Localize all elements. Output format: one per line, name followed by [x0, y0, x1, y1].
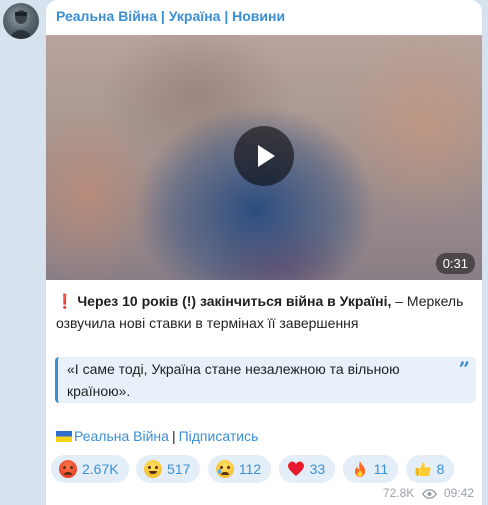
reaction-fire[interactable]: 11	[342, 455, 399, 483]
footer-links: Реальна Війна | Підписатись	[56, 428, 258, 444]
grinning-face-icon	[144, 460, 163, 478]
play-button[interactable]	[234, 126, 294, 186]
eye-icon	[421, 489, 437, 499]
fire-icon	[354, 461, 365, 477]
soldier-avatar-icon	[11, 10, 31, 39]
channel-name[interactable]: Реальна Війна | Україна | Новини	[56, 8, 285, 24]
exclamation-icon: ❗	[56, 293, 74, 309]
channel-avatar[interactable]	[3, 3, 39, 39]
subscribe-link[interactable]: Підписатись	[179, 428, 259, 444]
reaction-count: 2.67K	[82, 461, 119, 477]
post-text: ❗ Через 10 років (!) закінчиться війна в…	[56, 290, 476, 334]
reaction-thumbs-up[interactable]: 8	[405, 455, 455, 483]
crying-face-icon	[215, 460, 234, 478]
message-time: 09:42	[443, 486, 474, 500]
quote-block: «І саме тоді, Україна стане незалежною т…	[55, 357, 476, 403]
reaction-cry[interactable]: 112	[207, 455, 272, 483]
reactions-bar: 2.67K 517 112 33 11 8	[51, 455, 457, 483]
reaction-heart[interactable]: 33	[278, 455, 336, 483]
view-count: 72.8K	[382, 486, 415, 500]
angry-face-icon	[59, 460, 77, 478]
reaction-count: 517	[167, 461, 191, 477]
reaction-count: 33	[309, 461, 326, 477]
quote-text: «І саме тоді, Україна стане незалежною т…	[67, 361, 400, 399]
play-icon	[258, 145, 275, 167]
reaction-angry[interactable]: 2.67K	[51, 455, 129, 483]
quote-icon: ”	[458, 357, 470, 381]
thumbs-up-icon	[415, 462, 431, 476]
reaction-count: 11	[373, 461, 389, 477]
video-duration: 0:31	[435, 253, 475, 274]
ukraine-flag-icon	[56, 431, 72, 442]
reaction-count: 8	[436, 461, 445, 477]
channel-link[interactable]: Реальна Війна	[74, 428, 169, 444]
red-heart-icon	[287, 461, 304, 476]
video-thumbnail[interactable]: 0:31	[46, 35, 482, 280]
reaction-count: 112	[238, 461, 262, 477]
post-bold-text: Через 10 років (!) закінчиться війна в У…	[77, 293, 392, 309]
message-bubble: Реальна Війна | Україна | Новини 0:31 ❗ …	[46, 0, 482, 505]
reaction-grin[interactable]: 517	[136, 455, 201, 483]
link-separator: |	[171, 428, 176, 444]
message-meta: 72.8K 09:42	[383, 486, 474, 500]
